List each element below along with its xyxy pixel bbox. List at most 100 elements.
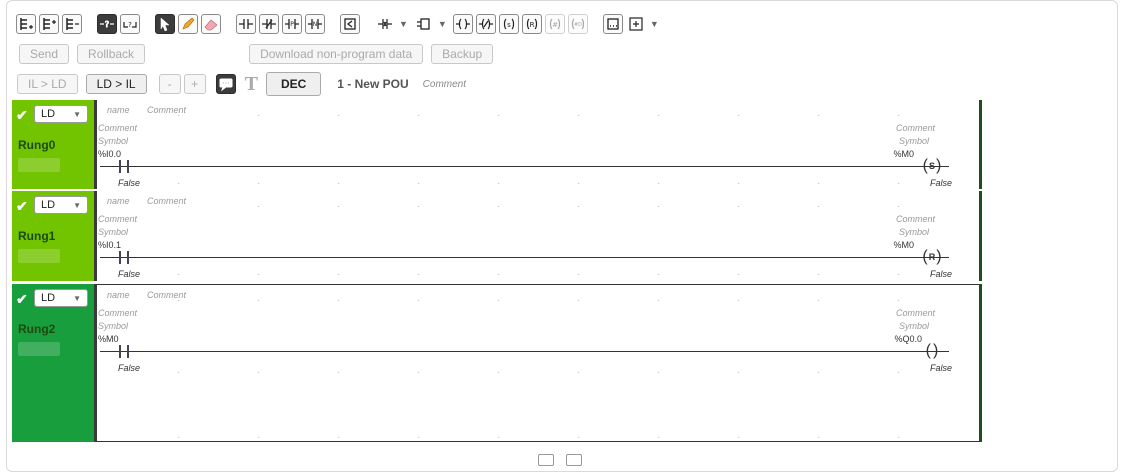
rung-label-field[interactable] [18, 342, 60, 356]
rung-name-field[interactable]: name [107, 105, 130, 115]
rung-name[interactable]: Rung1 [18, 229, 55, 243]
return-coil-icon[interactable]: #D [567, 14, 588, 34]
function-block-icon[interactable] [414, 14, 434, 34]
delete-rung-icon[interactable] [62, 14, 82, 34]
unknown-element-icon[interactable]: ? [97, 14, 117, 34]
grid-dot: · [657, 432, 661, 443]
rollback-button[interactable]: Rollback [77, 44, 146, 64]
insert-rung-below-icon[interactable] [16, 14, 36, 34]
comment-toggle-icon[interactable] [215, 74, 236, 94]
contact-variant-icon[interactable] [375, 14, 395, 34]
contact-address[interactable]: %I0.1 [98, 240, 121, 250]
rung-name-field[interactable]: name [107, 196, 130, 206]
chevron-down-icon[interactable]: ▼ [399, 19, 408, 29]
contact-comment[interactable]: Comment [98, 308, 137, 318]
grid-dot: · [817, 269, 821, 280]
nc-contact-icon[interactable] [259, 14, 279, 34]
compare-block-icon[interactable] [340, 14, 360, 34]
rung-name[interactable]: Rung0 [18, 138, 55, 152]
contact-address[interactable]: %M0 [98, 334, 119, 344]
coil-address[interactable]: %Q0.0 [894, 334, 922, 344]
rung-ladder-area[interactable]: · · · · · · · · · · · · · · · · · · · · name Comment Comment Sy… [97, 191, 979, 281]
contact-symbol[interactable]: Symbol [98, 321, 128, 331]
no-contact-icon[interactable] [236, 14, 256, 34]
check-icon[interactable]: ✔ [16, 198, 28, 215]
insert-rung-above-icon[interactable] [39, 14, 59, 34]
rung-0[interactable]: ✔ LD ▼ Rung0 · · · · · · · · · · · · · · · · · · · · name Comment… [12, 100, 982, 189]
grid-dot: · [657, 178, 661, 189]
draw-pencil-icon[interactable] [178, 14, 198, 34]
coil-symbol[interactable]: Symbol [899, 227, 929, 237]
right-power-rail [979, 191, 982, 281]
coil-symbol[interactable]: Symbol [899, 321, 929, 331]
coil-address[interactable]: %M0 [893, 240, 914, 250]
rung-comment-field[interactable]: Comment [147, 105, 186, 115]
negated-coil-icon[interactable] [475, 14, 496, 34]
coil-address[interactable]: %M0 [893, 149, 914, 159]
grid-dot: · [497, 295, 501, 306]
rung-comment-field[interactable]: Comment [147, 196, 186, 206]
coil[interactable]: (R) [921, 249, 943, 265]
backup-button[interactable]: Backup [431, 44, 494, 64]
grid-dot: · [817, 201, 821, 212]
no-contact[interactable] [117, 345, 131, 358]
no-contact[interactable] [117, 251, 131, 264]
right-power-rail [979, 100, 982, 189]
chevron-down-icon[interactable]: ▼ [650, 19, 659, 29]
rung-name[interactable]: Rung2 [18, 322, 55, 336]
coil-icon[interactable] [452, 14, 473, 34]
coil-symbol[interactable]: Symbol [899, 136, 929, 146]
send-button[interactable]: Send [19, 44, 70, 64]
rung-comment-field[interactable]: Comment [147, 290, 186, 300]
operate-block-icon[interactable] [602, 14, 623, 34]
grid-dot: · [737, 178, 741, 189]
rung-language-select[interactable]: LD ▼ [34, 105, 88, 123]
branch-icon[interactable]: ? [120, 14, 140, 34]
set-coil-icon[interactable]: s [498, 14, 519, 34]
contact-comment[interactable]: Comment [98, 123, 137, 133]
grid-dot: · [257, 295, 261, 306]
jump-coil-icon[interactable]: # [544, 14, 565, 34]
rung-ladder-area[interactable]: · · · · · · · · · · · · · · · · · · · · · · · · · · · · · · name Commen… [97, 284, 979, 443]
contact-symbol[interactable]: Symbol [98, 227, 128, 237]
eraser-icon[interactable] [201, 14, 221, 34]
il-to-ld-button[interactable]: IL > LD [17, 74, 78, 94]
rung-ladder-area[interactable]: · · · · · · · · · · · · · · · · · · · · name Comment Comment Sy… [97, 100, 979, 189]
grid-dot: · [497, 269, 501, 280]
check-icon[interactable]: ✔ [16, 291, 28, 308]
text-format-icon[interactable]: T [245, 73, 258, 96]
zoom-out-button[interactable]: - [158, 74, 181, 94]
no-contact[interactable] [117, 160, 131, 173]
contact-address[interactable]: %I0.0 [98, 149, 121, 159]
insert-block-icon[interactable] [626, 14, 646, 34]
check-icon[interactable]: ✔ [16, 107, 28, 124]
rung-label-field[interactable] [18, 249, 60, 263]
grid-dot: · [897, 178, 901, 189]
coil[interactable]: () [921, 343, 943, 359]
rung-label-field[interactable] [18, 158, 60, 172]
rung-language-select[interactable]: LD ▼ [34, 289, 88, 307]
positive-edge-contact-icon[interactable]: P [282, 14, 302, 34]
select-pointer-icon[interactable] [155, 14, 175, 34]
chevron-down-icon[interactable]: ▼ [438, 19, 447, 29]
coil-comment[interactable]: Comment [896, 308, 935, 318]
rung-language-select[interactable]: LD ▼ [34, 196, 88, 214]
contact-comment[interactable]: Comment [98, 214, 137, 224]
zoom-in-button[interactable]: + [183, 74, 206, 94]
scroll-left-icon[interactable] [538, 454, 554, 466]
rung-wire [100, 351, 949, 352]
rung-2[interactable]: ✔ LD ▼ Rung2 · · · · · · · · · · · · · · · · · · · · · · · · · · · · · · n… [12, 284, 982, 443]
reset-coil-icon[interactable]: R [521, 14, 542, 34]
coil[interactable]: (S) [921, 158, 943, 174]
negative-edge-contact-icon[interactable]: N [305, 14, 325, 34]
scroll-right-icon[interactable] [566, 454, 582, 466]
download-non-program-data-button[interactable]: Download non-program data [249, 44, 424, 64]
pou-comment[interactable]: Comment [423, 79, 466, 90]
dec-format-button[interactable]: DEC [265, 72, 322, 96]
rung-1[interactable]: ✔ LD ▼ Rung1 · · · · · · · · · · · · · · · · · · · · name Comment… [12, 191, 982, 281]
ld-to-il-button[interactable]: LD > IL [85, 74, 147, 94]
contact-symbol[interactable]: Symbol [98, 136, 128, 146]
coil-comment[interactable]: Comment [896, 214, 935, 224]
coil-comment[interactable]: Comment [896, 123, 935, 133]
rung-name-field[interactable]: name [107, 290, 130, 300]
